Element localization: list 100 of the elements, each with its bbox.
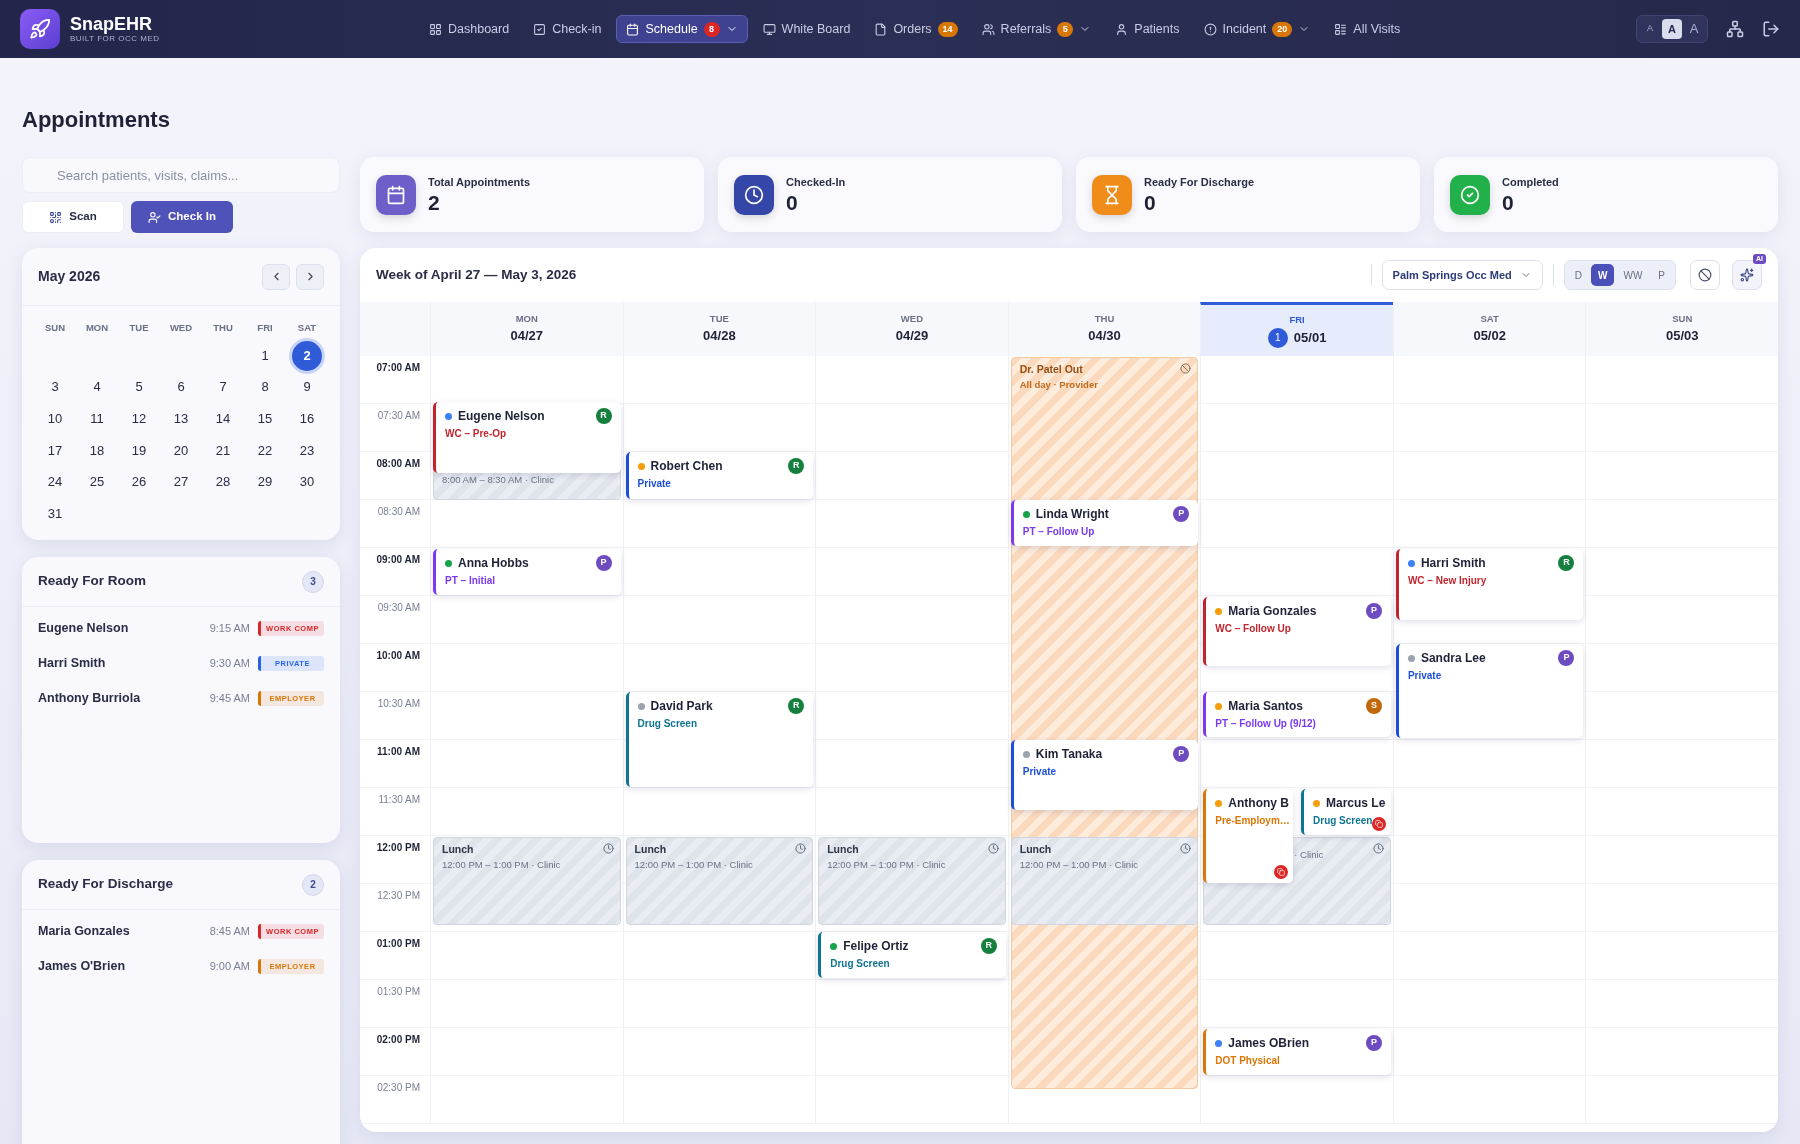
clock-icon [987,843,999,854]
check-in-button[interactable]: Check In [131,201,233,233]
queue-time: 8:45 AM [209,924,250,940]
visit-type: WC – Follow Up [1215,622,1291,636]
appointment-card[interactable]: Maria Santos S PT – Follow Up (9/12) [1203,692,1391,737]
ai-assistant-button[interactable] [1732,260,1762,290]
font-size-option[interactable]: A [1684,19,1704,39]
view-option[interactable]: W [1591,264,1615,286]
patient-name: Felipe Ortiz [843,938,909,955]
sparkles-icon [1740,268,1754,282]
nav-tab[interactable]: Orders 14 [865,15,967,43]
calendar-day[interactable]: 22 [250,435,280,466]
calendar-day[interactable]: 11 [82,403,112,434]
count-badge: 5 [1057,21,1074,37]
nav-tab[interactable]: Dashboard [420,15,519,43]
scan-button[interactable]: Scan [22,201,124,233]
calendar-day[interactable]: 2 [292,340,322,371]
appointment-card[interactable]: Marcus Le Drug Screen [1301,789,1391,835]
calendar-day[interactable]: 20 [166,435,196,466]
patient-name: Maria Santos [1228,698,1303,715]
calendar-day[interactable]: 12 [124,403,154,434]
visit-type: Pre-Employm… [1215,814,1290,828]
appointment-card[interactable]: Robert Chen R Private [625,452,814,499]
calendar-day[interactable]: 26 [124,466,154,497]
calendar-day[interactable]: 29 [250,466,280,497]
day-date: 04/29 [895,327,929,346]
appointment-card[interactable]: David Park R Drug Screen [625,692,814,787]
calendar-day[interactable]: 24 [40,466,70,497]
time-label: 01:00 PM [376,937,420,951]
time-label: 02:00 PM [376,1033,420,1047]
document-icon [874,22,888,36]
block-time-button[interactable] [1690,260,1720,290]
calendar-day[interactable]: 16 [292,403,322,434]
weekday-label: THU [212,321,234,335]
time-label: 11:30 AM [378,793,420,807]
view-option[interactable]: P [1651,264,1672,286]
provider-badge: P [1365,603,1382,619]
calendar-day[interactable]: 6 [166,372,196,403]
block-title: Lunch [634,842,667,857]
visit-type: Private [1407,669,1442,683]
calendar-day[interactable]: 13 [166,403,196,434]
appointment-card[interactable]: Anthony B Pre-Employm… [1203,789,1294,883]
patient-name: Eugene Nelson [458,408,545,425]
logout-icon[interactable] [1762,20,1780,38]
weekday-label: SAT [296,321,318,335]
view-option[interactable]: WW [1616,264,1650,286]
provider-badge: P [1365,1035,1382,1051]
nav-tab[interactable]: Referrals 5 [972,15,1101,43]
app-logo [20,9,60,49]
nav-tab[interactable]: Check-in [524,15,611,43]
appointment-card[interactable]: Linda Wright P PT – Follow Up [1010,500,1199,546]
appointment-card[interactable]: Felipe Ortiz R Drug Screen [818,932,1006,978]
calendar-day[interactable]: 5 [124,372,154,403]
calendar-day[interactable]: 28 [208,466,238,497]
nav-tab[interactable]: Incident 20 [1194,15,1320,43]
nav-tab[interactable]: White Board [753,15,860,43]
appointment-card[interactable]: Harri Smith R WC – New Injury [1395,549,1584,620]
calendar-day[interactable]: 23 [292,435,322,466]
provider-badge: P [1173,506,1190,522]
search-field[interactable]: Search patients, visits, claims... [22,157,340,193]
checkbox-icon [533,22,547,36]
calendar-day[interactable]: 25 [82,466,112,497]
calendar-day[interactable]: 1 [250,340,280,371]
calendar-day[interactable]: 3 [40,372,70,403]
appointment-card[interactable]: Kim Tanaka P Private [1010,740,1199,810]
calendar-day[interactable]: 8 [250,372,280,403]
appointment-card[interactable]: James OBrien P DOT Physical [1203,1029,1391,1075]
font-size-option[interactable]: A [1640,19,1660,39]
patient-name: Maria Gonzales [1228,603,1317,620]
calendar-day[interactable]: 18 [82,435,112,466]
nav-tab[interactable]: All Visits [1325,15,1410,43]
network-icon[interactable] [1726,20,1744,38]
calendar-day[interactable]: 31 [40,498,70,529]
grid-icon [429,22,442,36]
view-option[interactable]: D [1567,264,1589,286]
day-date: 05/02 [1473,327,1506,346]
appointment-card[interactable]: Maria Gonzales P WC – Follow Up [1203,597,1391,666]
appointment-card[interactable]: Sandra Lee P Private [1395,644,1584,738]
calendar-day[interactable]: 9 [292,372,322,403]
location-dropdown[interactable]: Palm Springs Occ Med [1381,260,1543,290]
calendar-day[interactable]: 10 [40,403,70,434]
calendar-day[interactable]: 30 [292,466,322,497]
nav-tab[interactable]: Schedule 8 [616,15,748,43]
calendar-day[interactable]: 7 [208,372,238,403]
calendar-day[interactable]: 4 [82,372,112,403]
weekday-label: MON [515,312,538,327]
appointment-card[interactable]: Anna Hobbs P PT – Initial [433,549,621,595]
calendar-day[interactable]: 19 [124,435,154,466]
time-label: 10:30 AM [377,697,420,711]
block-detail: 8:00 AM – 8:30 AM · Clinic [442,473,554,487]
calendar-day[interactable]: 21 [208,435,238,466]
font-size-option[interactable]: A [1662,19,1682,39]
calendar-day[interactable]: 27 [166,466,196,497]
appointment-card[interactable]: Eugene Nelson R WC – Pre-Op [433,402,621,473]
calendar-day[interactable]: 17 [40,435,70,466]
nav-tab[interactable]: Patients [1106,15,1189,43]
calendar-day[interactable]: 15 [250,403,280,434]
calendar-day[interactable]: 14 [208,403,238,434]
app-name: SnapEHR [70,14,153,34]
patient-name: Linda Wright [1035,506,1109,523]
